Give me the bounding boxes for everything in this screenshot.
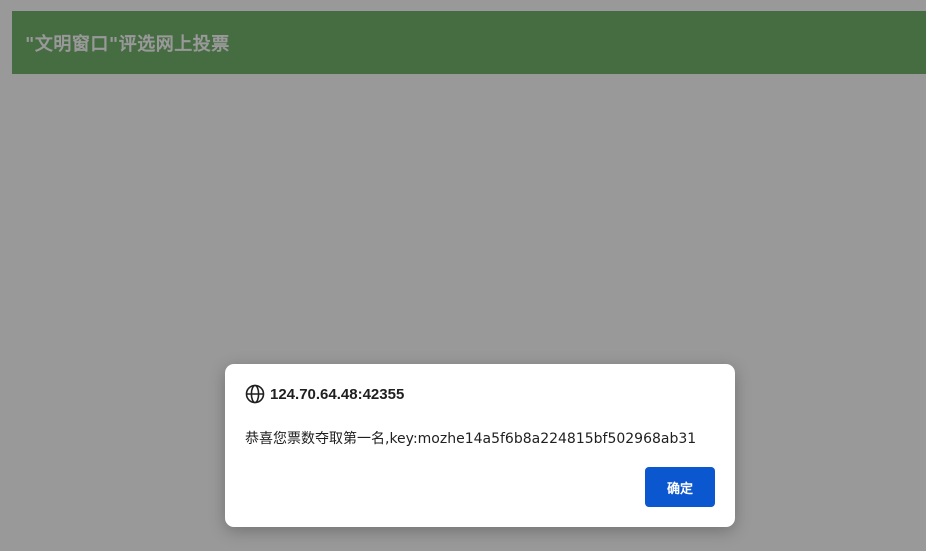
ok-button[interactable]: 确定	[645, 467, 715, 507]
alert-dialog: 124.70.64.48:42355 恭喜您票数夺取第一名,key:mozhe1…	[225, 364, 735, 527]
dialog-message: 恭喜您票数夺取第一名,key:mozhe14a5f6b8a224815bf502…	[245, 431, 697, 447]
dialog-origin-text: 124.70.64.48:42355	[270, 385, 405, 403]
globe-icon	[245, 384, 265, 404]
dialog-origin: 124.70.64.48:42355	[245, 384, 404, 404]
